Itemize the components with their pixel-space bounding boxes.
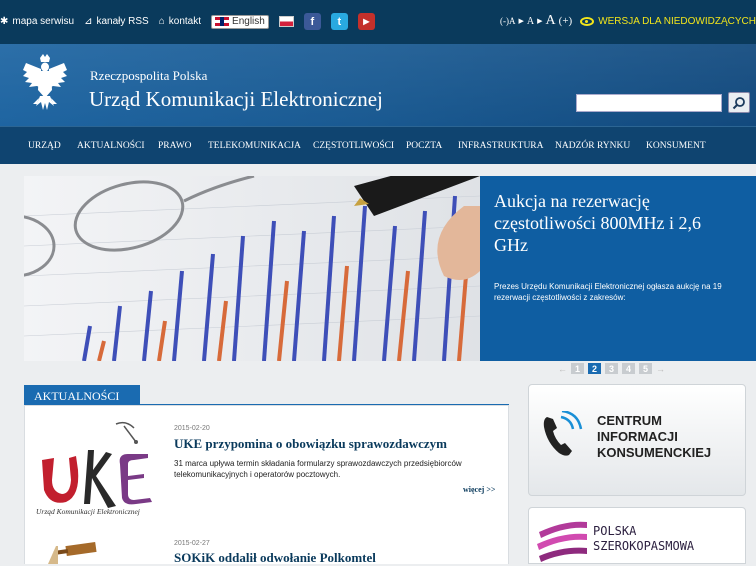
nav-urzad[interactable]: URZĄD (28, 141, 61, 151)
consumer-center-banner[interactable]: CENTRUM INFORMACJI KONSUMENCKIEJ (528, 384, 746, 496)
search-button[interactable] (728, 92, 750, 113)
broadband-logo-icon (537, 521, 587, 562)
uke-logo: Urząd Komunikacji Elektronicznej (36, 421, 152, 516)
read-more-link[interactable]: więcej >> (463, 485, 495, 494)
arrow-right-icon: ▶ (518, 17, 524, 25)
polish-flag-icon[interactable] (278, 16, 294, 27)
english-label: English (232, 16, 265, 27)
header-subtitle: Rzeczpospolita Polska (90, 68, 208, 83)
rss-label: kanały RSS (96, 16, 149, 27)
broadband-label: POLSKA SZEROKOPASMOWA (593, 524, 695, 553)
facebook-icon[interactable]: f (303, 13, 321, 30)
eagle-emblem-icon (23, 54, 67, 110)
news-title[interactable]: UKE przypomina o obowiązku sprawozdawczy… (174, 436, 447, 452)
slider-pager: ← 1 2 3 4 5 → (558, 363, 665, 374)
pager-prev-arrow-icon[interactable]: ← (558, 364, 567, 374)
eye-icon (580, 16, 595, 26)
pager-page[interactable]: 1 (571, 363, 584, 374)
rss-icon: ⊿ (84, 15, 93, 27)
youtube-icon[interactable]: ▶ (357, 13, 375, 30)
hero-image[interactable] (24, 176, 480, 361)
consumer-center-label: CENTRUM INFORMACJI KONSUMENCKIEJ (597, 413, 712, 460)
news-date: 2015-02-27 (174, 540, 210, 547)
nav-telekomunikacja[interactable]: TELEKOMUNIKACJA (208, 141, 301, 151)
nav-nadzor-rynku[interactable]: NADZÓR RYNKU (555, 141, 630, 151)
nav-poczta[interactable]: POCZTA (406, 141, 442, 151)
hero-description: Prezes Urzędu Komunikacji Elektronicznej… (494, 282, 722, 302)
contact-label: kontakt (168, 16, 202, 27)
pager-page[interactable]: 4 (622, 363, 635, 374)
uke-logo-caption: Urząd Komunikacji Elektronicznej (36, 507, 140, 516)
rss-link[interactable]: ⊿ kanały RSS (84, 16, 149, 27)
nav-konsument[interactable]: KONSUMENT (646, 141, 706, 151)
broadband-banner[interactable]: POLSKA SZEROKOPASMOWA (528, 507, 746, 564)
home-icon: ⌂ (158, 15, 165, 27)
uk-flag-icon (215, 17, 230, 26)
contact-link[interactable]: ⌂ kontakt (159, 16, 201, 27)
hero-caption[interactable]: Aukcja na rezerwację częstotliwości 800M… (480, 176, 756, 361)
sitemap-icon: ✱ (0, 15, 9, 27)
sitemap-link[interactable]: ✱ mapa serwisu (0, 16, 74, 27)
nav-prawo[interactable]: PRAWO (158, 141, 192, 151)
search-input[interactable] (576, 94, 722, 112)
nav-czestotliwosci[interactable]: CZĘSTOTLIWOŚCI (313, 141, 394, 151)
search-icon (732, 96, 745, 109)
english-button[interactable]: English (211, 14, 269, 29)
pager-page[interactable]: 5 (639, 363, 652, 374)
nav-aktualnosci[interactable]: AKTUALNOŚCI (77, 141, 145, 151)
font-normal-button[interactable]: A (527, 16, 534, 27)
header-title: Urząd Komunikacji Elektronicznej (89, 87, 383, 111)
news-date: 2015-02-20 (174, 425, 210, 432)
arrow-right-icon: ▶ (537, 17, 543, 25)
nav-infrastruktura[interactable]: INFRASTRUKTURA (458, 141, 544, 151)
news-excerpt: 31 marca upływa termin składania formula… (174, 459, 462, 479)
phone-icon (543, 411, 583, 456)
font-large-button[interactable]: A (546, 13, 556, 29)
top-links: ✱ mapa serwisu ⊿ kanały RSS ⌂ kontakt En… (0, 13, 375, 30)
news-section-tab[interactable]: AKTUALNOŚCI (24, 385, 140, 407)
font-size-controls: (-)A ▶ A ▶ A (+) WERSJA DLA NIEDOWIDZĄCY… (500, 13, 756, 29)
accessibility-label: WERSJA DLA NIEDOWIDZĄCYCH (598, 15, 756, 27)
site-header: Rzeczpospolita Polska Urząd Komunikacji … (0, 44, 756, 126)
sitemap-label: mapa serwisu (12, 16, 75, 27)
accessibility-link[interactable]: WERSJA DLA NIEDOWIDZĄCYCH (580, 16, 756, 27)
pager-page-active[interactable]: 2 (588, 363, 601, 374)
twitter-icon[interactable]: t (330, 13, 348, 30)
main-nav: URZĄD AKTUALNOŚCI PRAWO TELEKOMUNIKACJA … (0, 126, 756, 164)
chart-pen-illustration (24, 176, 480, 361)
font-decrease-button[interactable]: (-)A (500, 16, 516, 26)
gavel-icon (48, 541, 97, 564)
font-increase-button[interactable]: (+) (559, 15, 573, 27)
hero-title[interactable]: Aukcja na rezerwację częstotliwości 800M… (494, 190, 724, 256)
top-bar: ✱ mapa serwisu ⊿ kanały RSS ⌂ kontakt En… (0, 0, 756, 44)
pager-page[interactable]: 3 (605, 363, 618, 374)
pager-next-arrow-icon[interactable]: → (656, 364, 665, 374)
